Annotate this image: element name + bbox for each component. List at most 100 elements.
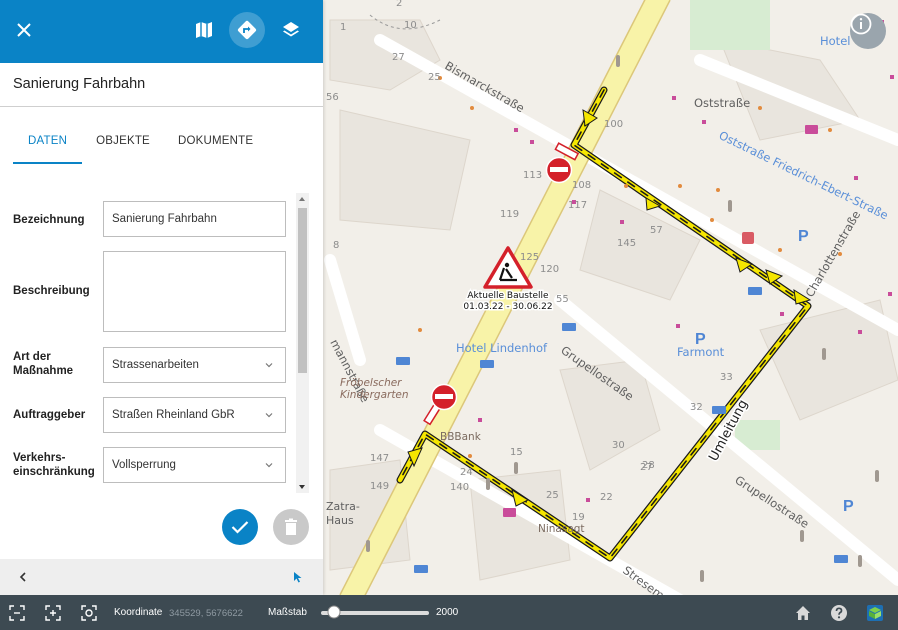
- house-number: 33: [720, 372, 733, 383]
- info-icon: [850, 13, 872, 35]
- house-number: 56: [326, 92, 339, 103]
- street-label: Oststraße: [694, 96, 750, 110]
- poi-label: Hotel: [820, 34, 850, 48]
- field-verkehr: Verkehrs-einschränkung Vollsperrung: [13, 447, 286, 483]
- house-number: 55: [556, 294, 569, 305]
- feature-panel: Sanierung Fahrbahn DATEN OBJEKTE DOKUMEN…: [0, 0, 323, 595]
- house-number: 1: [340, 22, 346, 33]
- house-number: 15: [510, 447, 523, 458]
- house-number: 24: [460, 467, 473, 478]
- scale-slider-knob[interactable]: [327, 605, 341, 619]
- house-number: 2: [396, 0, 402, 9]
- house-number: 25: [428, 72, 441, 83]
- home-icon[interactable]: [794, 604, 812, 622]
- house-number: 32: [690, 402, 703, 413]
- scrollbar-thumb[interactable]: [298, 208, 307, 373]
- verkehr-select[interactable]: Vollsperrung: [103, 447, 286, 483]
- check-icon: [231, 521, 249, 534]
- collapse-panel-chevron-icon[interactable]: [19, 572, 27, 582]
- field-auftraggeber: Auftraggeber Straßen Rheinland GbR: [13, 397, 286, 433]
- coordinate-value: 345529, 5676622: [169, 608, 243, 619]
- construction-label: Aktuelle Baustelle: [467, 291, 549, 301]
- svg-text:P: P: [843, 498, 854, 515]
- auftraggeber-select-value: Straßen Rheinland GbR: [112, 409, 235, 421]
- house-number: 119: [500, 209, 519, 220]
- poi-label-cont: Kindergarten: [340, 389, 409, 401]
- house-number: 113: [523, 170, 542, 181]
- house-number: 147: [370, 453, 389, 464]
- construction-dates: 01.03.22 - 30.06.22: [463, 302, 552, 312]
- art-select[interactable]: Strassenarbeiten: [103, 347, 286, 383]
- poi-label: Ninasagt: [538, 523, 585, 535]
- street-label: Oststraße Friedrich-Ebert-Straße: [717, 128, 891, 222]
- street-label: Charlottenstraße: [802, 208, 863, 299]
- house-number: 149: [370, 481, 389, 492]
- delete-button[interactable]: [273, 509, 309, 545]
- form-scrollbar[interactable]: [296, 193, 309, 493]
- verkehr-select-value: Vollsperrung: [112, 459, 176, 471]
- app-logo-icon[interactable]: [866, 604, 884, 622]
- confirm-button[interactable]: [222, 509, 258, 545]
- house-number: 30: [612, 440, 625, 451]
- map-icon: [196, 22, 212, 38]
- label-art: Art der Maßnahme: [13, 351, 74, 377]
- tab-dokumente[interactable]: DOKUMENTE: [178, 126, 253, 164]
- poi-label: Hotel Lindenhof: [456, 341, 548, 355]
- house-number: 120: [540, 264, 559, 275]
- house-number: 8: [333, 240, 339, 251]
- chevron-down-icon: [265, 413, 273, 418]
- house-number: 27: [392, 52, 405, 63]
- house-number: 57: [650, 225, 663, 236]
- panel-header: [0, 0, 323, 63]
- scale-value: 2000: [436, 607, 459, 618]
- close-icon: [17, 23, 31, 37]
- layers-icon: [283, 22, 299, 37]
- auftraggeber-select[interactable]: Straßen Rheinland GbR: [103, 397, 286, 433]
- chevron-down-icon: [265, 363, 273, 368]
- label-verkehr: Verkehrs-einschränkung: [13, 452, 95, 478]
- scroll-down-arrow-icon[interactable]: [299, 485, 305, 489]
- chevron-down-icon: [265, 463, 273, 468]
- pointer-cursor-icon[interactable]: [293, 571, 303, 583]
- house-number: 19: [572, 512, 585, 523]
- house-number: 108: [572, 180, 591, 191]
- help-icon[interactable]: [830, 604, 848, 622]
- close-button[interactable]: [6, 12, 42, 48]
- house-number: 140: [450, 482, 469, 493]
- field-bezeichnung: Bezeichnung Sanierung Fahrbahn: [13, 201, 286, 237]
- bezeichnung-input[interactable]: Sanierung Fahrbahn: [103, 201, 286, 237]
- directions-button[interactable]: [229, 12, 265, 48]
- field-art: Art der Maßnahme Strassenarbeiten: [13, 347, 286, 383]
- svg-text:P: P: [798, 228, 809, 245]
- layers-button[interactable]: [273, 12, 309, 48]
- label-beschreibung: Beschreibung: [13, 285, 90, 297]
- label-auftraggeber: Auftraggeber: [13, 409, 86, 421]
- zoom-in-extent-icon[interactable]: [44, 604, 62, 622]
- street-label: Zatra-: [326, 500, 360, 513]
- house-number: 22: [600, 492, 613, 503]
- poi-label-cont: Haus: [326, 514, 354, 527]
- house-number: 145: [617, 238, 636, 249]
- data-form: Bezeichnung Sanierung Fahrbahn Beschreib…: [0, 193, 296, 493]
- scale-label: Maßstab: [268, 607, 307, 618]
- zoom-out-extent-icon[interactable]: [8, 604, 26, 622]
- coordinate-label: Koordinate: [114, 607, 163, 618]
- map-button[interactable]: [186, 12, 222, 48]
- trash-icon: [285, 518, 297, 535]
- house-number: 10: [404, 20, 417, 31]
- art-select-value: Strassenarbeiten: [112, 359, 199, 371]
- feature-title: Sanierung Fahrbahn: [0, 63, 323, 107]
- tab-daten[interactable]: DATEN: [13, 126, 83, 164]
- status-bar: Koordinate 345529, 5676622 Maßstab 2000: [0, 595, 898, 630]
- reset-extent-icon[interactable]: [80, 604, 98, 622]
- scroll-up-arrow-icon[interactable]: [299, 197, 305, 201]
- field-beschreibung: Beschreibung: [13, 251, 286, 332]
- house-number: 28: [642, 460, 655, 471]
- poi-label: BBBank: [440, 431, 482, 443]
- house-number: 125: [520, 252, 539, 263]
- house-number: 117: [568, 200, 587, 211]
- beschreibung-textarea[interactable]: [103, 251, 286, 332]
- poi-label: Farmont: [677, 345, 725, 359]
- tab-objekte[interactable]: OBJEKTE: [96, 126, 150, 164]
- info-button[interactable]: [850, 13, 886, 49]
